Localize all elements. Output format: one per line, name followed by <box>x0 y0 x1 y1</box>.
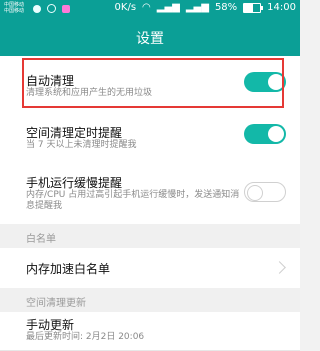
clock: 14:00 <box>267 2 296 13</box>
setting-auto-clean[interactable]: 自动清理 清理系统和应用产生的无用垃圾 <box>0 56 300 109</box>
section-header: 白名单 <box>26 234 56 245</box>
setting-space-reminder[interactable]: 空间清理定时提醒 当 7 天以上未清理时提醒我 <box>0 108 300 161</box>
signal-icon: ▂▄▆ <box>156 2 180 13</box>
setting-subtitle: 当 7 天以上未清理时提醒我 <box>26 140 137 150</box>
network-speed: 0K/s <box>114 2 137 13</box>
notification-dot-icon <box>33 4 41 13</box>
notification-ring-icon <box>47 4 56 13</box>
signal-icon-2: ▂▄▆ <box>185 2 209 13</box>
section-header: 空间清理更新 <box>26 298 86 309</box>
space-reminder-toggle[interactable] <box>244 124 286 144</box>
carrier-2: 中国移动 <box>4 8 25 14</box>
carrier-labels: 中国移动 中国移动 <box>4 2 24 14</box>
setting-whitelist[interactable]: 内存加速白名单 <box>0 248 300 289</box>
setting-subtitle: 清理系统和应用产生的无用垃圾 <box>26 88 153 98</box>
slow-reminder-toggle[interactable] <box>244 182 286 202</box>
toggle-knob <box>247 185 263 201</box>
notification-icons <box>33 4 70 13</box>
setting-subtitle-line-2: 息提醒我 <box>26 201 63 211</box>
status-right: 0K/s ◠ ▂▄▆ ▂▄▆ 58% 14:00 <box>115 2 296 13</box>
toggle-knob <box>268 126 284 142</box>
section-whitelist: 白名单 <box>0 224 300 248</box>
title-bar: 设置 <box>0 20 300 56</box>
status-bar: 中国移动 中国移动 0K/s ◠ ▂▄▆ ▂▄▆ 58% 14:00 <box>0 0 300 20</box>
setting-title: 自动清理 <box>26 74 75 88</box>
notification-app-icon <box>62 4 70 13</box>
setting-title: 内存加速白名单 <box>26 262 111 276</box>
setting-title: 手动更新 <box>26 318 75 332</box>
toggle-knob <box>268 74 284 90</box>
section-space-update: 空间清理更新 <box>0 288 300 312</box>
battery-icon <box>243 2 264 13</box>
setting-subtitle: 最后更新时间: 2月2日 20:06 <box>26 332 145 342</box>
battery-percent: 58% <box>214 2 238 13</box>
setting-manual-update[interactable]: 手动更新 最后更新时间: 2月2日 20:06 <box>0 312 300 351</box>
battery-level <box>244 3 254 12</box>
setting-title: 空间清理定时提醒 <box>26 126 123 140</box>
chevron-right-icon <box>273 261 286 274</box>
setting-subtitle-line-1: 内存/CPU 占用过高引起手机运行缓慢时，发送通知消 <box>26 190 240 200</box>
wifi-icon: ◠ <box>142 2 151 13</box>
settings-list: 自动清理 清理系统和应用产生的无用垃圾 空间清理定时提醒 当 7 天以上未清理时… <box>0 56 300 351</box>
auto-clean-toggle[interactable] <box>244 72 286 92</box>
setting-title: 手机运行缓慢提醒 <box>26 176 123 190</box>
page-title: 设置 <box>136 31 164 47</box>
setting-slow-reminder[interactable]: 手机运行缓慢提醒 内存/CPU 占用过高引起手机运行缓慢时，发送通知消 息提醒我 <box>0 160 300 225</box>
